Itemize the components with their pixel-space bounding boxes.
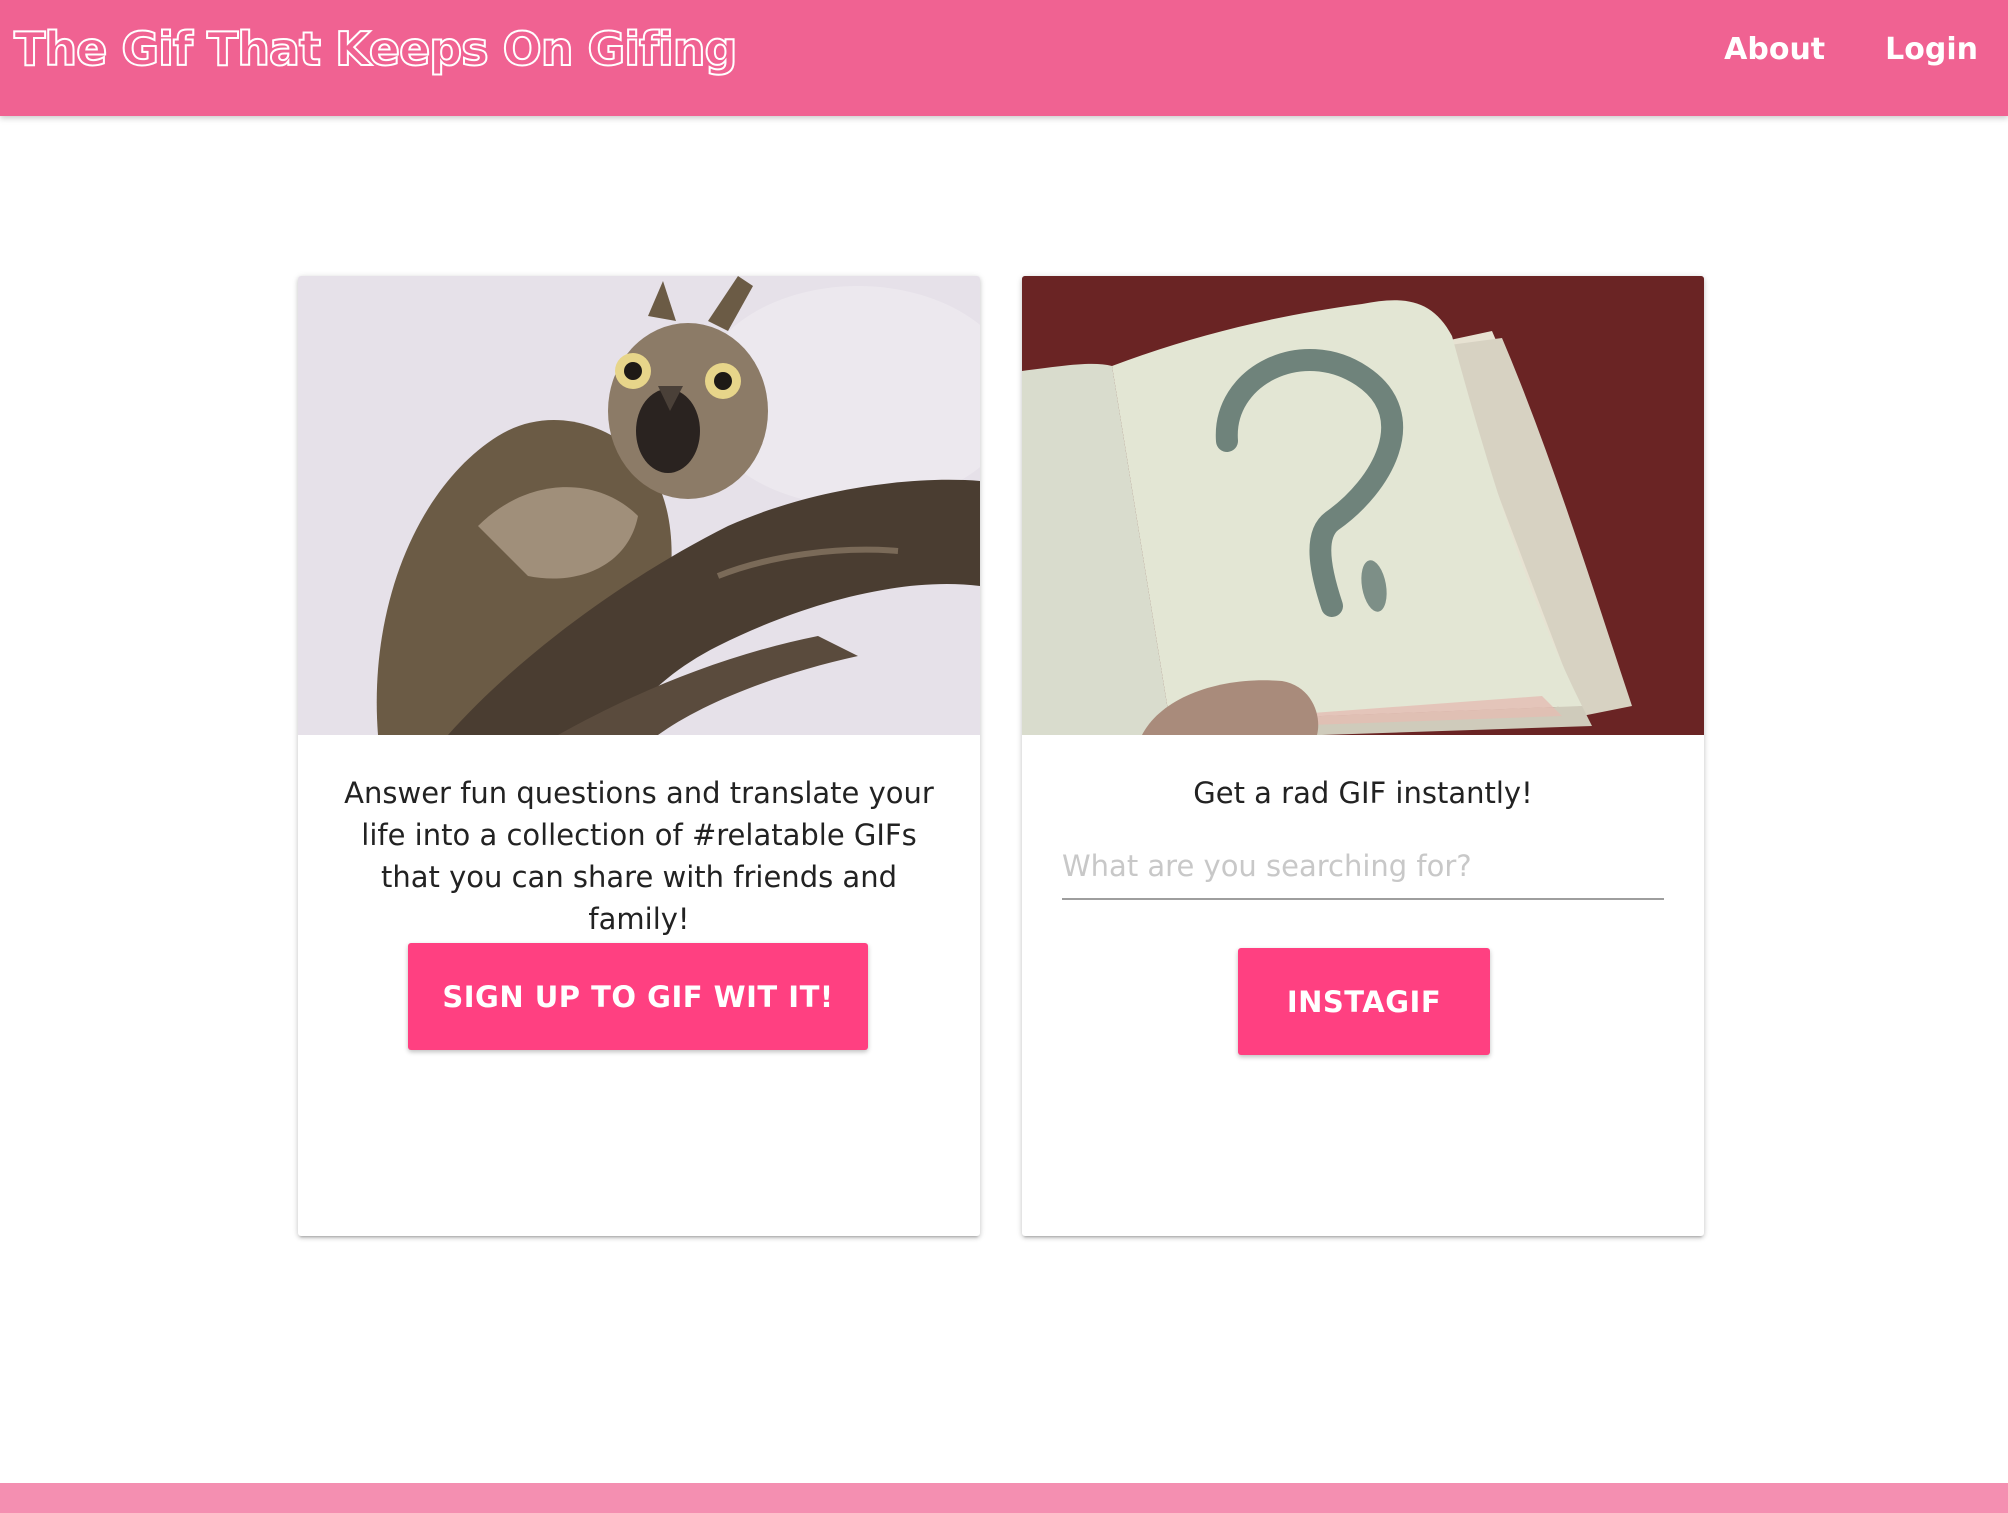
question-mark-book-gif-image [1022, 276, 1704, 735]
navbar: The Gif That Keeps On Gifing About Login [0, 0, 2008, 116]
instagif-card: Get a rad GIF instantly! INSTAGIF [1022, 276, 1704, 1236]
brand-logo[interactable]: The Gif That Keeps On Gifing [13, 21, 738, 77]
signup-card: Answer fun questions and translate your … [298, 276, 980, 1236]
nav-login-link[interactable]: Login [1885, 32, 1978, 67]
signup-description: Answer fun questions and translate your … [344, 776, 934, 936]
footer-bar [0, 1483, 2008, 1513]
gif-search-input[interactable] [1062, 834, 1664, 900]
owl-gif-image [298, 276, 980, 735]
instagif-heading: Get a rad GIF instantly! [1193, 776, 1533, 810]
nav-links: About Login [1664, 32, 1978, 67]
instagif-button[interactable]: INSTAGIF [1238, 948, 1490, 1055]
nav-about-link[interactable]: About [1724, 32, 1825, 67]
signup-button[interactable]: SIGN UP TO GIF WIT IT! [408, 943, 868, 1050]
